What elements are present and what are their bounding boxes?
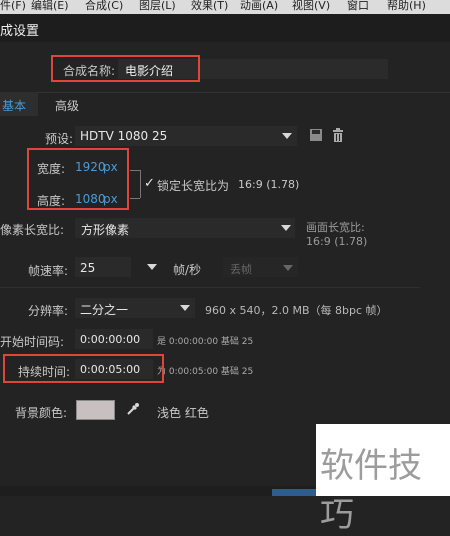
preset-value: HDTV 1080 25: [80, 129, 168, 143]
watermark: 软件技巧: [316, 424, 450, 535]
frame-rate-label: 帧速率:: [28, 264, 69, 278]
bg-color-name: 浅色 红色: [157, 406, 209, 420]
dialog-title-bar: 成设置: [0, 14, 450, 42]
highlight-box-comp-name: [51, 55, 200, 82]
save-preset-icon[interactable]: [309, 128, 323, 142]
resolution-label: 分辨率:: [28, 304, 69, 318]
watermark-text: 软件技巧: [320, 446, 422, 535]
resolution-info: 960 x 540，2.0 MB（每 8bpc 帧）: [205, 304, 388, 317]
delete-preset-icon[interactable]: [331, 128, 345, 142]
frame-rate-unit: 帧/秒: [173, 263, 202, 277]
bg-color-swatch[interactable]: [76, 400, 115, 420]
menu-edit[interactable]: 编辑(E): [31, 0, 69, 13]
drop-frame-chevron-down-icon: [283, 265, 293, 271]
resolution-value: 二分之一: [80, 303, 129, 317]
menu-bar: 件(F) 编辑(E) 合成(C) 图层(L) 效果(T) 动画(A) 视图(V)…: [0, 0, 450, 14]
lock-aspect-checkbox[interactable]: ✓: [144, 176, 155, 191]
frame-rate-value[interactable]: 25: [80, 261, 95, 275]
lock-aspect-label: 锁定长宽比为: [157, 179, 230, 193]
ok-button[interactable]: [272, 489, 316, 496]
section-divider: [0, 287, 420, 288]
tab-advanced[interactable]: 高级: [55, 97, 79, 114]
link-bracket-bottom: [130, 198, 140, 199]
duration-info: 为 0:00:05:00 基础 25: [157, 367, 254, 377]
menu-layer[interactable]: 图层(L): [139, 0, 176, 13]
start-timecode-info: 是 0:00:00:00 基础 25: [157, 337, 254, 347]
drop-frame-value: 丢帧: [230, 263, 252, 276]
highlight-box-dimensions: [27, 148, 129, 210]
dialog-title: 成设置: [0, 24, 40, 39]
pixel-aspect-label: 像素长宽比:: [0, 223, 65, 237]
menu-help[interactable]: 帮助(H): [387, 0, 426, 13]
resolution-chevron-down-icon: [180, 305, 190, 311]
menu-view[interactable]: 视图(V): [292, 0, 330, 13]
frame-aspect-label: 画面长宽比:: [306, 221, 365, 234]
menu-window[interactable]: 窗口: [347, 0, 369, 13]
link-bracket-top: [130, 170, 140, 171]
tab-basic[interactable]: 基本: [2, 97, 26, 114]
lock-aspect-ratio: 16:9 (1.78): [238, 178, 300, 191]
menu-composition[interactable]: 合成(C): [85, 0, 123, 13]
pixel-aspect-chevron-down-icon: [281, 225, 291, 231]
start-timecode-value[interactable]: 0:00:00:00: [80, 333, 140, 346]
eyedropper-icon[interactable]: [126, 402, 140, 416]
link-bracket: [140, 170, 141, 198]
start-timecode-label: 开始时间码:: [0, 335, 65, 349]
menu-file[interactable]: 件(F): [0, 0, 26, 13]
preset-label: 预设:: [45, 132, 74, 146]
preset-chevron-down-icon: [282, 133, 292, 139]
menu-animation[interactable]: 动画(A): [240, 0, 278, 13]
pixel-aspect-value: 方形像素: [81, 223, 130, 237]
frame-aspect-value: 16:9 (1.78): [306, 235, 368, 248]
tab-separator: [0, 92, 450, 93]
bg-color-label: 背景颜色:: [15, 406, 68, 420]
frame-rate-chevron-down-icon[interactable]: [147, 264, 157, 270]
dialog-footer: [0, 486, 316, 496]
highlight-box-duration: [3, 354, 164, 383]
menu-effect[interactable]: 效果(T): [191, 0, 228, 13]
